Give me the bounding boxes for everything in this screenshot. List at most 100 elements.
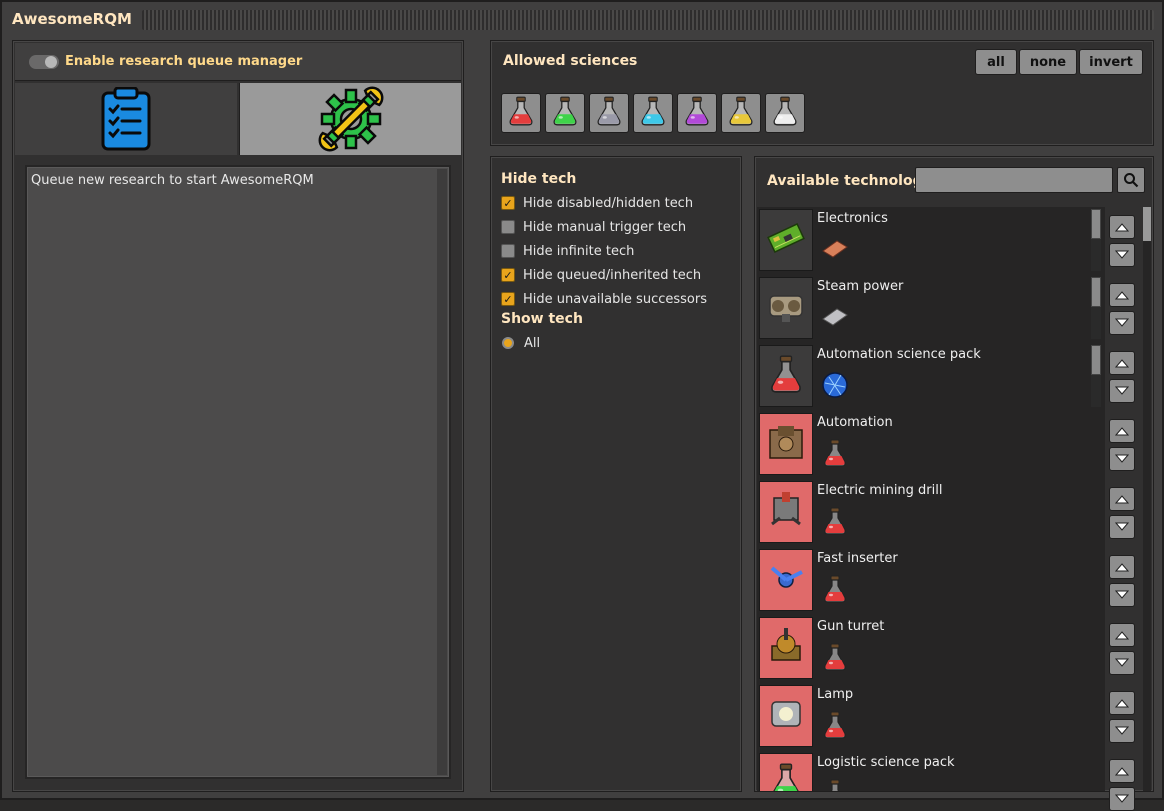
move-down-button[interactable] [1109,719,1135,743]
green-science-flask-icon [548,94,582,132]
select-none-button[interactable]: none [1019,49,1077,75]
tech-icon-frame[interactable] [759,617,813,679]
move-down-button[interactable] [1109,651,1135,675]
hide-option-checkbox[interactable]: ✓ Hide queued/inherited tech [501,265,701,285]
move-up-button[interactable] [1109,691,1135,715]
move-down-button[interactable] [1109,447,1135,471]
arrow-up-icon [1115,495,1129,504]
science-pack-toggle[interactable] [765,93,805,133]
science-pack-toggle[interactable] [677,93,717,133]
tech-row[interactable]: Steam power [757,275,1105,339]
row-scrollbar[interactable] [1091,277,1101,339]
research-queue-list[interactable]: Queue new research to start AwesomeRQM [25,165,451,779]
queue-empty-message: Queue new research to start AwesomeRQM [31,173,314,188]
tech-row[interactable]: Electric mining drill [757,479,1105,543]
science-pack-toggle[interactable] [721,93,761,133]
queue-scrollbar[interactable] [437,169,447,775]
tab-settings[interactable] [239,83,461,155]
checkbox-label: Hide queued/inherited tech [523,267,702,283]
scrollbar-thumb[interactable] [1091,209,1101,239]
copper-plate-icon [819,233,851,265]
filter-panel: Hide tech ✓ Hide disabled/hidden tech Hide… [490,156,742,792]
tech-icon-frame[interactable] [759,209,813,271]
move-up-button[interactable] [1109,623,1135,647]
red-science-flask-icon [819,709,851,741]
hide-option-checkbox[interactable]: Hide manual trigger tech [501,217,686,237]
tech-row[interactable]: Logistic science pack [757,751,1105,791]
science-pack-toggle[interactable] [545,93,585,133]
move-up-button[interactable] [1109,419,1135,443]
hide-option-checkbox[interactable]: Hide infinite tech [501,241,634,261]
move-up-button[interactable] [1109,351,1135,375]
row-scrollbar[interactable] [1091,209,1101,271]
move-up-button[interactable] [1109,215,1135,239]
checkbox[interactable]: ✓ [501,268,515,282]
arrow-up-icon [1115,291,1129,300]
tech-row[interactable]: Automation science pack [757,343,1105,407]
available-technology-panel: Available technology Electronics Steam p… [754,156,1154,811]
move-up-button[interactable] [1109,487,1135,511]
checkbox[interactable] [501,220,515,234]
scrollbar-thumb[interactable] [1091,345,1101,375]
tech-icon-frame[interactable] [759,413,813,475]
checkbox[interactable] [501,244,515,258]
show-all-radio[interactable]: All [501,333,540,353]
science-pack-toggle[interactable] [633,93,673,133]
tech-search-input[interactable] [915,167,1113,193]
move-down-button[interactable] [1109,515,1135,539]
gun-turret-icon [764,624,808,672]
iron-plate-icon [819,301,851,333]
tech-icon-frame[interactable] [759,753,813,791]
move-down-button[interactable] [1109,379,1135,403]
search-button[interactable] [1117,167,1145,193]
move-up-button[interactable] [1109,555,1135,579]
available-technology-header: Available technology [767,173,932,189]
tech-icon-frame[interactable] [759,549,813,611]
tech-row[interactable]: Electronics [757,207,1105,271]
tech-name: Electronics [817,211,888,226]
tech-row[interactable]: Gun turret [757,615,1105,679]
tech-list-scrollbar[interactable] [1143,207,1151,791]
checkbox[interactable]: ✓ [501,196,515,210]
tech-row[interactable]: Fast inserter [757,547,1105,611]
move-up-button[interactable] [1109,283,1135,307]
checkbox[interactable]: ✓ [501,292,515,306]
allowed-sciences-header: Allowed sciences [503,53,638,69]
tech-row[interactable]: Lamp [757,683,1105,747]
red-flask-icon [764,352,808,400]
science-pack-toggle[interactable] [501,93,541,133]
drag-handle[interactable] [142,10,1154,30]
move-down-button[interactable] [1109,243,1135,267]
arrow-down-icon [1115,590,1129,599]
scrollbar-thumb[interactable] [1143,207,1151,241]
radio-button[interactable] [502,337,514,349]
enable-toggle-switch[interactable] [29,54,59,69]
technology-list[interactable]: Electronics Steam power Automation scien… [757,207,1105,791]
move-down-button[interactable] [1109,583,1135,607]
purple-science-flask-icon [680,94,714,132]
title-bar[interactable]: AwesomeRQM [2,2,1162,36]
tech-icon-frame[interactable] [759,685,813,747]
hide-option-checkbox[interactable]: ✓ Hide unavailable successors [501,289,707,309]
tech-icon-frame[interactable] [759,277,813,339]
move-down-button[interactable] [1109,787,1135,811]
tech-icon-frame[interactable] [759,345,813,407]
red-science-flask-icon [819,641,851,673]
checkbox-label: Hide manual trigger tech [523,219,687,235]
row-scrollbar[interactable] [1091,345,1101,407]
science-pack-toggle[interactable] [589,93,629,133]
arrow-up-icon [1115,767,1129,776]
move-down-button[interactable] [1109,311,1135,335]
scrollbar-thumb[interactable] [1091,277,1101,307]
select-all-button[interactable]: all [975,49,1017,75]
hide-tech-header: Hide tech [501,171,577,187]
electronics-circuit-icon [764,216,808,264]
show-tech-header: Show tech [501,311,583,327]
move-up-button[interactable] [1109,759,1135,783]
tab-queue[interactable] [15,83,237,155]
tech-icon-frame[interactable] [759,481,813,543]
tech-row[interactable]: Automation [757,411,1105,475]
hide-option-checkbox[interactable]: ✓ Hide disabled/hidden tech [501,193,693,213]
green-flask-icon [764,760,808,791]
invert-selection-button[interactable]: invert [1079,49,1143,75]
